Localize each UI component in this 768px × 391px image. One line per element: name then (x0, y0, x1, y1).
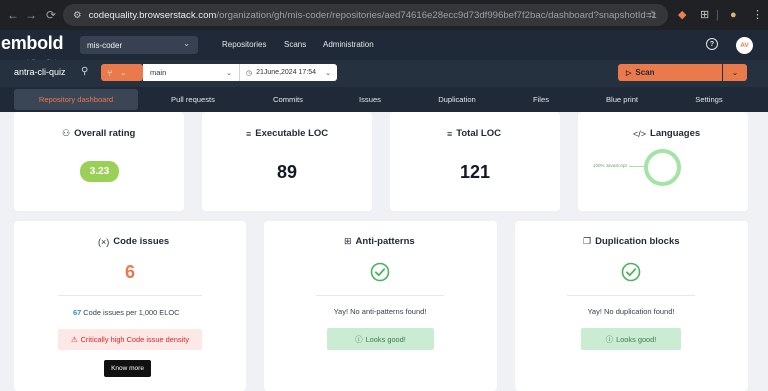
total-loc-value: 121 (459, 162, 491, 182)
branch-type-button[interactable]: ⑂ ⌄ (101, 64, 143, 81)
chevron-down-icon: ⌄ (120, 69, 127, 77)
branch-icon: ⑂ (107, 67, 113, 78)
eloc-value: 67 (73, 308, 82, 317)
extension-fox-icon[interactable]: ◆ (678, 8, 686, 22)
address-bar[interactable]: ⚙ codequality.browserstack.com/organizat… (63, 4, 668, 26)
tab-commits[interactable]: Commits (260, 89, 316, 110)
org-select-value: mis-coder (87, 40, 123, 50)
rating-badge: 3.23 (80, 161, 119, 182)
pin-icon[interactable]: ⚲ (81, 66, 88, 77)
anti-patterns-message: Yay! No anti-patterns found! (333, 307, 427, 316)
lines-icon: ≡ (246, 128, 252, 139)
scan-button[interactable]: ▷ Scan (618, 64, 722, 81)
url-domain: codequality.browserstack.com (88, 9, 217, 21)
clock-icon: ◷ (246, 69, 253, 77)
tab-pull-requests[interactable]: Pull requests (160, 89, 226, 110)
languages-donut-chart[interactable] (644, 149, 681, 186)
tab-issues[interactable]: Issues (350, 89, 390, 110)
profile-icon[interactable]: ● (730, 8, 737, 22)
tab-duplication[interactable]: Duplication (430, 89, 484, 110)
chevron-down-icon: ⌄ (731, 68, 739, 77)
scan-label: Scan (635, 68, 655, 77)
info-icon: ⓘ (355, 334, 363, 344)
executable-loc-value: 89 (276, 162, 298, 182)
chevron-down-icon: ⌄ (183, 39, 190, 48)
warning-icon: ⚠ (70, 335, 78, 344)
browser-toolbar: ← → ⟳ ⚙ codequality.browserstack.com/org… (0, 0, 768, 30)
executable-loc-label: Executable LOC (255, 128, 329, 139)
code-issues-count: 6 (125, 262, 136, 282)
code-icon: </> (633, 128, 647, 139)
anti-patterns-title: ⊞ Anti-patterns (344, 236, 415, 247)
duplication-label: Duplication blocks (595, 236, 680, 247)
divider (58, 295, 202, 296)
lines-icon: ≡ (447, 128, 453, 139)
duplication-status: ⓘ Looks good! (581, 328, 681, 350)
bracket-x-icon: (×) (98, 236, 110, 247)
branch-select-value: main (150, 68, 167, 77)
duplication-message: Yay! No duplication found! (587, 307, 675, 316)
overall-rating-title: ⚇ Overall rating (62, 128, 135, 139)
languages-label: Languages (650, 128, 701, 139)
copy-icon: ❐ (583, 236, 592, 246)
total-loc-title: ≡ Total LOC (447, 128, 501, 139)
org-select[interactable]: mis-coder ⌄ (80, 36, 198, 54)
languages-title: </> Languages (633, 128, 700, 139)
code-issues-title: (×) Code issues (98, 236, 169, 247)
snapshot-select[interactable]: ◷ 21June,2024 17:54 ⌄ (239, 64, 337, 81)
check-circle-icon (621, 262, 641, 282)
check-circle-icon (370, 262, 390, 282)
snapshot-date: 21June,2024 17:54 (256, 69, 317, 76)
nav-administration[interactable]: Administration (323, 40, 374, 49)
anti-patterns-status: ⓘ Looks good! (327, 328, 434, 350)
overall-rating-label: Overall rating (74, 128, 136, 139)
branch-select[interactable]: main ⌄ (143, 64, 239, 81)
nav-scans[interactable]: Scans (284, 40, 306, 49)
executable-loc-title: ≡ Executable LOC (246, 128, 328, 139)
forward-icon[interactable]: → (20, 4, 42, 26)
medal-icon: ⚇ (62, 128, 71, 138)
nav-repositories[interactable]: Repositories (222, 40, 266, 49)
duplication-status-text: Looks good! (616, 334, 657, 344)
tab-repository-dashboard[interactable]: Repository dashboard (14, 89, 138, 110)
embold-logo[interactable]: embold by BrowserStack (1, 33, 64, 63)
extensions-icon[interactable]: ⊞ (700, 8, 709, 22)
anti-patterns-status-text: Looks good! (365, 334, 406, 344)
divider (316, 295, 444, 296)
anti-patterns-label: Anti-patterns (355, 236, 415, 247)
help-icon[interactable]: ? (706, 38, 718, 50)
info-icon: ⓘ (605, 334, 614, 344)
duplication-title: ❐ Duplication blocks (583, 236, 680, 247)
reload-icon[interactable]: ⟳ (40, 4, 62, 26)
bookmark-star-icon[interactable]: ☆ (647, 8, 657, 22)
know-more-button[interactable]: Know more (104, 360, 151, 377)
tab-files[interactable]: Files (526, 89, 556, 110)
tab-blue-print[interactable]: Blue print (598, 89, 646, 110)
issues-per-eloc: 67 Code issues per 1,000 ELOC (73, 308, 179, 317)
toolbar-divider: | (716, 9, 719, 21)
logo-text: embold (1, 33, 64, 53)
divider (567, 295, 695, 296)
play-icon: ▷ (626, 69, 632, 77)
density-warning: ⚠ Critically high Code issue density (58, 329, 202, 350)
repo-name: antra-cli-quiz (14, 67, 66, 77)
scan-options-button[interactable]: ⌄ (723, 64, 747, 81)
menu-kebab-icon[interactable]: ⋮ (752, 8, 763, 22)
warning-text: Critically high Code issue density (80, 335, 190, 344)
language-label: 100% JavaScript (593, 163, 627, 168)
chevron-down-icon: ⌄ (226, 69, 232, 77)
tab-settings[interactable]: Settings (688, 89, 730, 110)
code-issues-label: Code issues (113, 236, 170, 247)
donut-leader-line (629, 166, 645, 167)
eloc-text: Code issues per 1,000 ELOC (83, 308, 180, 317)
total-loc-label: Total LOC (456, 128, 501, 139)
site-info-icon[interactable]: ⚙ (73, 10, 82, 21)
chevron-down-icon: ⌄ (325, 69, 331, 77)
avatar[interactable]: AV (736, 37, 753, 54)
url-path: /organization/gh/mis-coder/repositories/… (216, 9, 657, 21)
grid-icon: ⊞ (344, 236, 352, 246)
